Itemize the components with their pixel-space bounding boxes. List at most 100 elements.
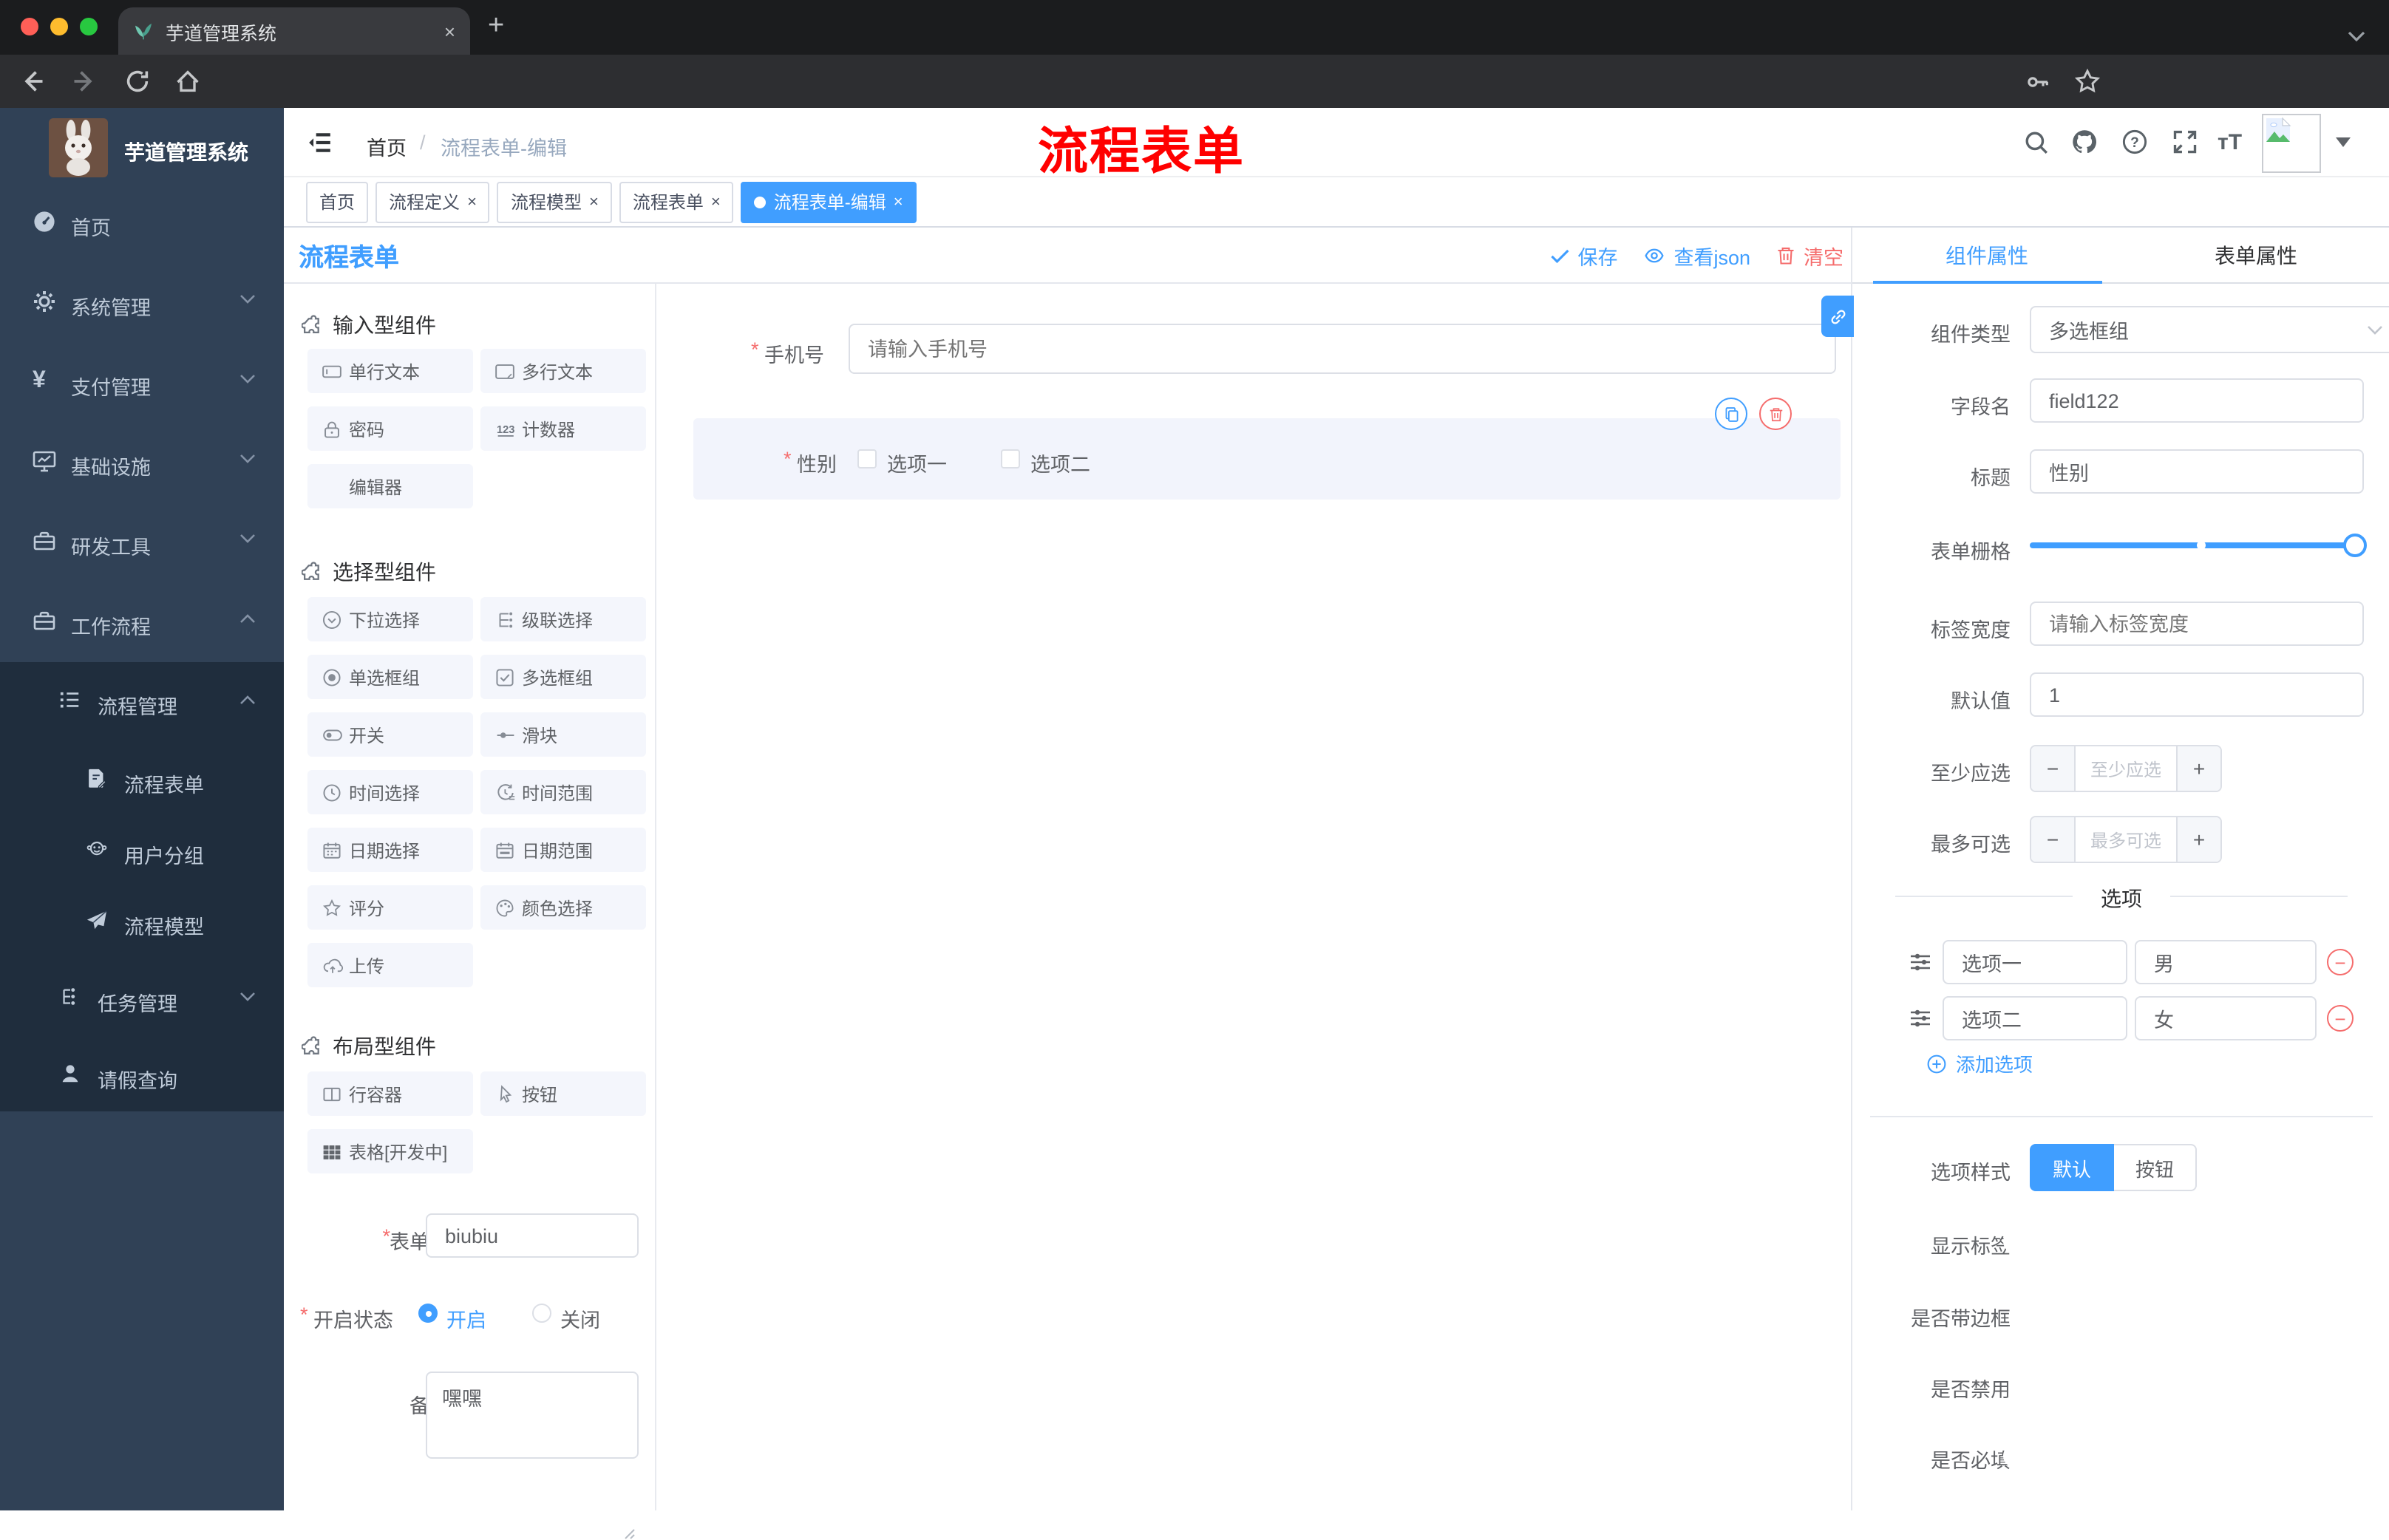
component-button[interactable]: 按钮: [480, 1071, 646, 1116]
form-name-input[interactable]: [426, 1213, 639, 1258]
component-time-range[interactable]: 时间范围: [480, 770, 646, 814]
component-checkbox-group[interactable]: 多选框组: [480, 655, 646, 699]
stepper-minus-button[interactable]: −: [2031, 746, 2074, 791]
component-date-range[interactable]: 日期范围: [480, 828, 646, 872]
stepper-minus-button[interactable]: −: [2031, 817, 2074, 862]
component-upload[interactable]: 上传: [307, 943, 473, 987]
component-select[interactable]: 下拉选择: [307, 597, 473, 641]
sidebar-item-flow-model[interactable]: 流程模型: [0, 885, 284, 956]
component-cascader[interactable]: 级联选择: [480, 597, 646, 641]
tag-close-icon[interactable]: ×: [467, 193, 477, 211]
tag-flow-form[interactable]: 流程表单 ×: [619, 181, 734, 222]
sidebar-item-flow-manage[interactable]: 流程管理: [0, 662, 284, 739]
traffic-zoom-button[interactable]: [80, 18, 98, 35]
avatar-caret-icon[interactable]: [2336, 137, 2351, 148]
form-canvas[interactable]: * 手机号 * 性别 选项一 选项二: [656, 284, 1851, 1510]
component-date-picker[interactable]: 日期选择: [307, 828, 473, 872]
sidebar-item-flow-form[interactable]: 流程表单: [0, 743, 284, 814]
checkbox-icon[interactable]: [1001, 449, 1020, 469]
component-password[interactable]: 密码: [307, 406, 473, 451]
browser-tab[interactable]: 芋道管理系统 ×: [118, 7, 470, 55]
option-value-input[interactable]: [2135, 996, 2317, 1040]
tab-search-chevron-icon[interactable]: [2348, 31, 2365, 43]
option-value-input[interactable]: [2135, 940, 2317, 984]
traffic-close-button[interactable]: [21, 18, 38, 35]
status-off-label[interactable]: 关闭: [560, 1304, 600, 1333]
drag-handle-icon[interactable]: [1909, 1006, 1932, 1030]
label-width-input[interactable]: [2030, 602, 2364, 646]
stepper-plus-button[interactable]: +: [2178, 746, 2220, 791]
component-multi-text[interactable]: 多行文本: [480, 349, 646, 393]
option-name-input[interactable]: [1943, 996, 2127, 1040]
component-time-picker[interactable]: 时间选择: [307, 770, 473, 814]
component-color-picker[interactable]: 颜色选择: [480, 885, 646, 930]
component-editor[interactable]: 编辑器: [307, 464, 473, 508]
sidebar-item-task-manage[interactable]: 任务管理: [0, 961, 284, 1035]
component-rate[interactable]: 评分: [307, 885, 473, 930]
tab-component-props[interactable]: 组件属性: [1852, 228, 2121, 284]
gender-option2-label[interactable]: 选项二: [1030, 448, 1090, 477]
save-button[interactable]: 保存: [1549, 240, 1617, 270]
selected-component-gender[interactable]: * 性别 选项一 选项二: [693, 418, 1841, 500]
close-tab-icon[interactable]: ×: [444, 20, 455, 42]
breadcrumb-home[interactable]: 首页: [367, 132, 407, 161]
resize-handle-icon[interactable]: [624, 1528, 636, 1540]
sidebar-item-payment[interactable]: ¥ 支付管理: [0, 341, 284, 421]
github-icon[interactable]: [2071, 129, 2098, 155]
checkbox-icon[interactable]: [857, 449, 877, 469]
stepper-input[interactable]: 至少应选: [2074, 746, 2178, 791]
component-table-dev[interactable]: 表格[开发中]: [307, 1129, 473, 1173]
phone-field-input[interactable]: [849, 324, 1836, 374]
sidebar-item-user-group[interactable]: 用户分组: [0, 814, 284, 885]
tag-flow-model[interactable]: 流程模型 ×: [497, 181, 612, 222]
clear-button[interactable]: 清空: [1775, 240, 1843, 270]
tag-close-icon[interactable]: ×: [711, 193, 721, 211]
sidebar-item-devtools[interactable]: 研发工具: [0, 501, 284, 581]
font-size-icon[interactable]: тT: [2218, 130, 2242, 155]
radio-off-icon[interactable]: [532, 1304, 551, 1323]
password-key-icon[interactable]: [2025, 69, 2050, 95]
component-type-select[interactable]: 多选框组: [2030, 306, 2389, 353]
option-name-input[interactable]: [1943, 940, 2127, 984]
copy-component-button[interactable]: [1715, 398, 1747, 430]
remove-option-button[interactable]: −: [2327, 1005, 2354, 1032]
bookmark-star-icon[interactable]: [2074, 68, 2101, 95]
sidebar-item-home[interactable]: 首页: [0, 182, 284, 262]
component-counter[interactable]: 123 计数器: [480, 406, 646, 451]
home-icon[interactable]: [174, 68, 201, 95]
slider-handle[interactable]: [2343, 534, 2367, 557]
grid-slider[interactable]: [2030, 534, 2367, 557]
traffic-minimize-button[interactable]: [50, 18, 68, 35]
stepper-input[interactable]: 最多可选: [2074, 817, 2178, 862]
sidebar-item-system[interactable]: 系统管理: [0, 262, 284, 341]
component-switch[interactable]: 开关: [307, 712, 473, 757]
new-tab-button[interactable]: +: [488, 10, 504, 43]
fullscreen-icon[interactable]: [2172, 129, 2198, 155]
field-name-input[interactable]: [2030, 378, 2364, 423]
help-icon[interactable]: ?: [2121, 129, 2148, 155]
delete-component-button[interactable]: [1759, 398, 1792, 430]
status-on-label[interactable]: 开启: [446, 1304, 486, 1333]
reload-icon[interactable]: [124, 68, 151, 95]
back-icon[interactable]: [19, 68, 46, 95]
radio-on-icon[interactable]: [418, 1304, 438, 1323]
tag-flow-form-edit[interactable]: 流程表单-编辑 ×: [741, 181, 917, 222]
style-button-button[interactable]: 按钮: [2114, 1144, 2197, 1191]
remove-option-button[interactable]: −: [2327, 949, 2354, 975]
phone-field-row[interactable]: * 手机号: [656, 324, 1851, 374]
view-json-button[interactable]: 查看json: [1642, 240, 1750, 270]
component-single-text[interactable]: 单行文本: [307, 349, 473, 393]
style-default-button[interactable]: 默认: [2030, 1144, 2114, 1191]
sidebar-item-workflow[interactable]: 工作流程: [0, 581, 284, 661]
avatar[interactable]: [2262, 114, 2321, 173]
forward-icon[interactable]: [71, 68, 98, 95]
gender-option1-label[interactable]: 选项一: [887, 448, 947, 477]
tag-home[interactable]: 首页: [306, 181, 369, 222]
default-value-input[interactable]: [2030, 672, 2364, 717]
collapse-menu-icon[interactable]: [307, 130, 333, 155]
sidebar-item-infra[interactable]: 基础设施: [0, 421, 284, 501]
component-slider[interactable]: 滑块: [480, 712, 646, 757]
form-remark-textarea[interactable]: [426, 1372, 639, 1459]
tab-form-props[interactable]: 表单属性: [2121, 228, 2389, 284]
component-radio-group[interactable]: 单选框组: [307, 655, 473, 699]
